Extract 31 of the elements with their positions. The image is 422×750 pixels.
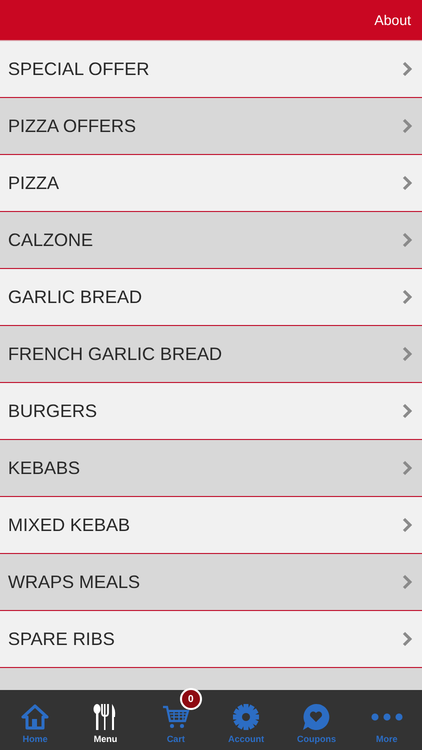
chevron-icon bbox=[402, 631, 412, 647]
menu-row[interactable]: WRAPS MEALS bbox=[0, 554, 422, 611]
chevron-icon bbox=[402, 118, 412, 134]
menu-row[interactable]: BURGERS bbox=[0, 383, 422, 440]
gear-icon bbox=[232, 703, 260, 731]
home-icon bbox=[21, 704, 50, 730]
menu-row[interactable]: PIZZA bbox=[0, 155, 422, 212]
menu-row[interactable]: FRENCH GARLIC BREAD bbox=[0, 326, 422, 383]
chevron-icon bbox=[402, 232, 412, 248]
menu-row[interactable]: SPARE RIBS bbox=[0, 611, 422, 668]
tab[interactable]: Menu bbox=[70, 690, 141, 750]
about-link[interactable]: About bbox=[374, 12, 411, 28]
tab[interactable]: 0 Cart bbox=[140, 690, 211, 750]
menu-row[interactable]: PIZZA OFFERS bbox=[0, 98, 422, 155]
chevron-icon bbox=[402, 175, 412, 191]
menu-row[interactable]: GARLIC BREAD bbox=[0, 269, 422, 326]
chevron-icon bbox=[402, 346, 412, 362]
menu-row[interactable]: MIXED KEBAB bbox=[0, 497, 422, 554]
chevron-icon bbox=[402, 289, 412, 305]
chevron-icon bbox=[402, 61, 412, 77]
chevron-icon bbox=[402, 574, 412, 590]
chevron-icon bbox=[402, 460, 412, 476]
chevron-icon bbox=[402, 403, 412, 419]
chevron-icon bbox=[402, 517, 412, 533]
menu-row[interactable]: SPECIAL OFFER bbox=[0, 41, 422, 98]
heart-bubble-icon bbox=[302, 703, 330, 731]
cart-count-badge: 0 bbox=[180, 688, 202, 710]
more-icon bbox=[370, 713, 403, 721]
menu-row[interactable]: CALZONE bbox=[0, 212, 422, 269]
cart-icon bbox=[162, 704, 190, 730]
menu-row[interactable]: KEBABS bbox=[0, 440, 422, 497]
